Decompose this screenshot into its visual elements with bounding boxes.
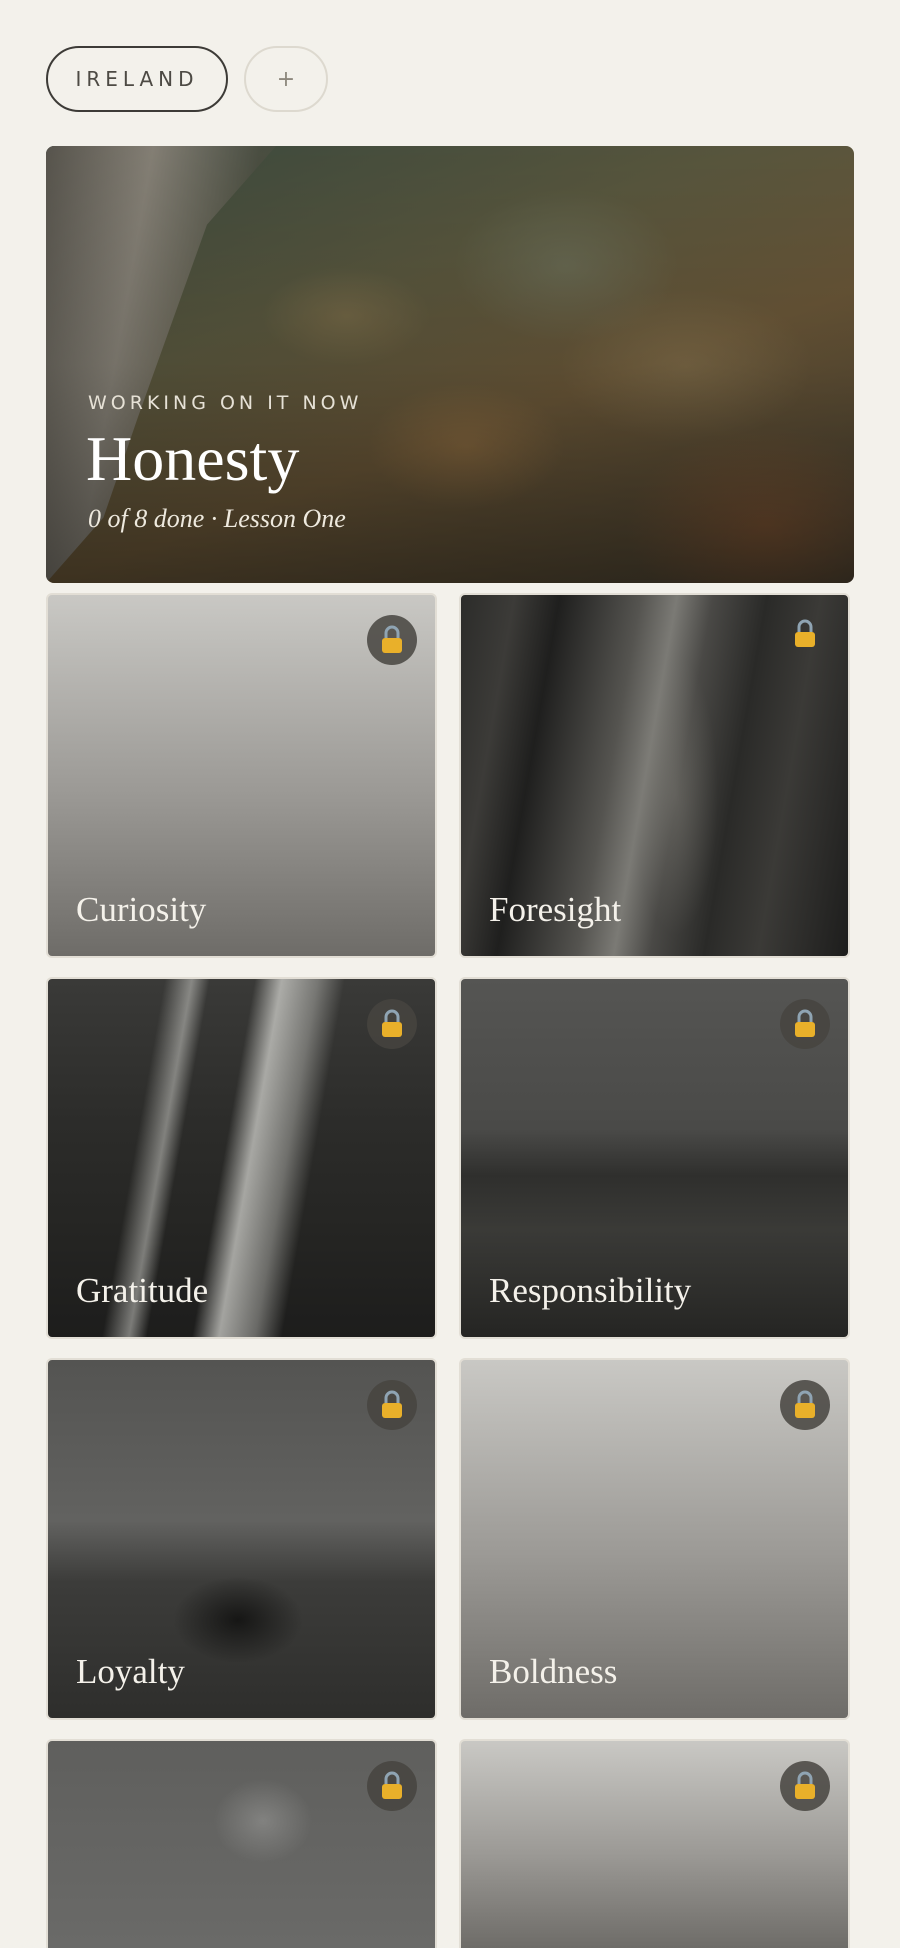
- lock-icon: [780, 999, 830, 1049]
- lock-icon: [367, 999, 417, 1049]
- current-lesson-card[interactable]: WORKING ON IT NOW Honesty 0 of 8 done · …: [46, 146, 854, 583]
- lock-icon: [367, 615, 417, 665]
- lock-icon: [780, 1380, 830, 1430]
- lesson-card-label: Responsibility: [489, 1271, 692, 1310]
- lesson-card-8[interactable]: [459, 1739, 850, 1948]
- lesson-card-label: Curiosity: [76, 890, 207, 929]
- lesson-card-responsibility[interactable]: Responsibility: [459, 977, 850, 1339]
- hero-title: Honesty: [86, 423, 300, 494]
- lock-icon: [367, 1380, 417, 1430]
- add-icon: +: [276, 66, 296, 92]
- lock-icon: [780, 1761, 830, 1811]
- lesson-card-label: Foresight: [489, 890, 622, 929]
- lesson-card-7[interactable]: [46, 1739, 437, 1948]
- lock-icon: [792, 619, 818, 651]
- lesson-card-label: Boldness: [489, 1652, 618, 1691]
- hero-kicker: WORKING ON IT NOW: [88, 392, 363, 414]
- lesson-card-label: Gratitude: [76, 1271, 209, 1310]
- lesson-card-foresight[interactable]: Foresight: [459, 593, 850, 958]
- filter-row: IRELAND +: [46, 46, 328, 112]
- lock-icon: [367, 1761, 417, 1811]
- lesson-card-boldness[interactable]: Boldness: [459, 1358, 850, 1720]
- lesson-card-gratitude[interactable]: Gratitude: [46, 977, 437, 1339]
- add-filter-button[interactable]: +: [244, 46, 328, 112]
- lesson-card-loyalty[interactable]: Loyalty: [46, 1358, 437, 1720]
- lesson-card-label: Loyalty: [76, 1652, 185, 1691]
- country-filter-label: IRELAND: [75, 67, 199, 91]
- lesson-card-curiosity[interactable]: Curiosity: [46, 593, 437, 958]
- country-filter-button[interactable]: IRELAND: [46, 46, 228, 112]
- hero-progress: 0 of 8 done · Lesson One: [88, 504, 346, 533]
